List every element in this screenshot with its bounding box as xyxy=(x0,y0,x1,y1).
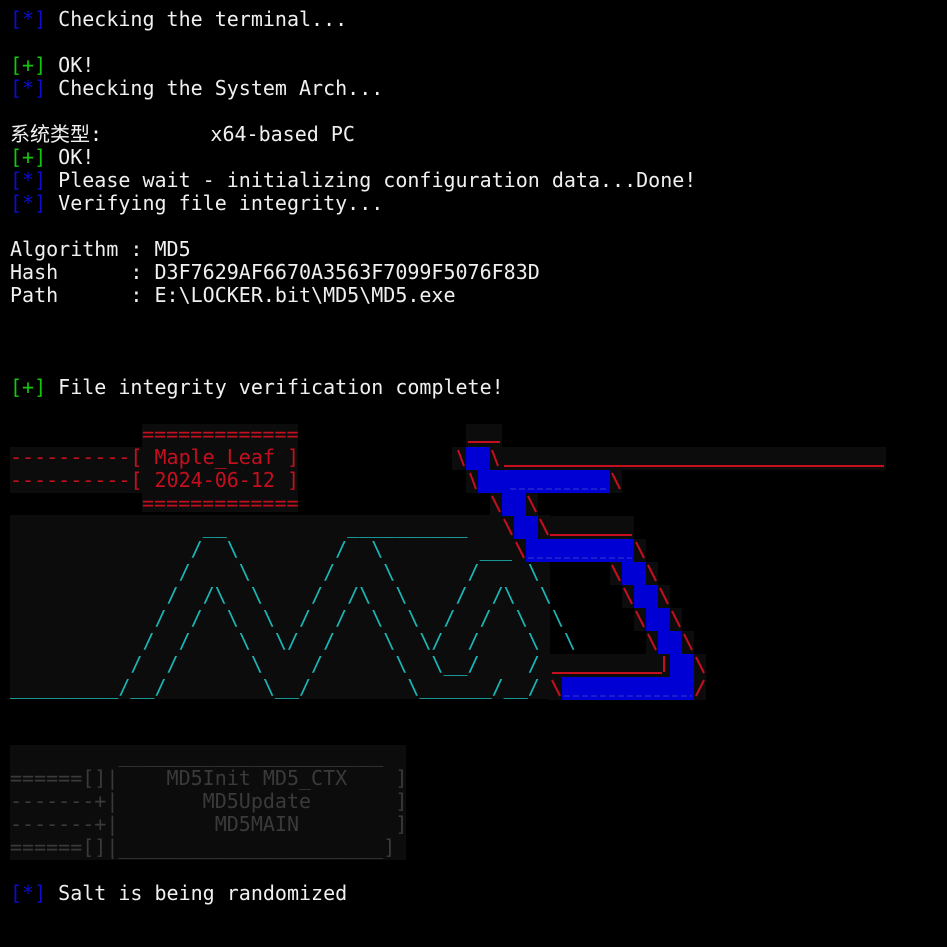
menu-bottom-border: ======[]|______________________] xyxy=(10,835,396,859)
menu-item-md5main: -------+| MD5MAIN ] xyxy=(10,812,408,836)
log-text: Salt is being randomized xyxy=(46,881,348,905)
log-line-salt: [*] Salt is being randomized xyxy=(10,882,347,905)
menu-top-border: ______________________ xyxy=(10,743,384,767)
menu-item-md5init: ======[]| MD5Init MD5_CTX ] xyxy=(10,766,408,790)
info-tag: [*] xyxy=(10,881,47,905)
terminal-window[interactable]: [*] Checking the terminal... [+] OK! [*]… xyxy=(0,0,947,947)
menu-item-md5update: -------+| MD5Update ] xyxy=(10,789,408,813)
